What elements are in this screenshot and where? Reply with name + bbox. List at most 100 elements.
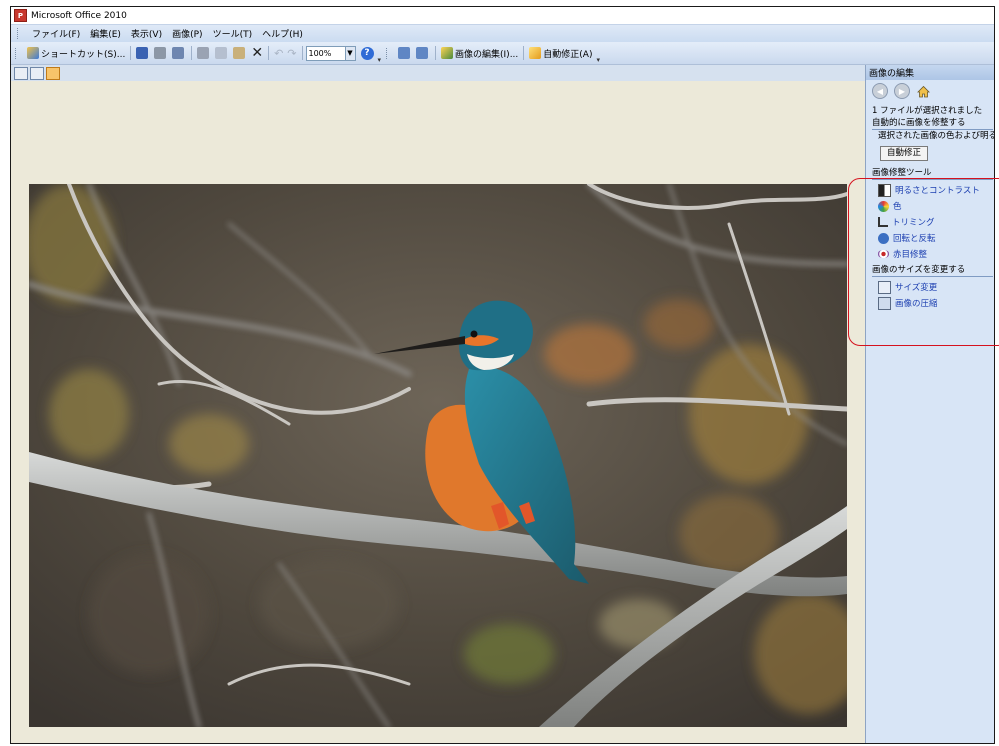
tool-red-eye[interactable]: 赤目修整 — [866, 246, 994, 262]
color-wheel-icon — [878, 200, 889, 212]
undo-button[interactable]: ↶ — [272, 45, 285, 61]
paste-button[interactable] — [231, 45, 249, 61]
compress-icon — [878, 296, 891, 310]
tool-label: 画像の圧縮 — [895, 299, 938, 309]
kingfisher-photo-image — [29, 184, 847, 727]
redo-button[interactable]: ↷ — [285, 45, 298, 61]
task-pane-nav: ◀ ▶ — [866, 80, 994, 102]
paste-icon — [233, 47, 246, 59]
shortcut-button[interactable]: ショートカット(S)... — [25, 45, 127, 61]
back-icon[interactable]: ◀ — [872, 83, 888, 99]
rotate-left-button[interactable] — [396, 45, 414, 61]
rotate-right-icon — [416, 47, 429, 59]
task-pane-title: 画像の編集 — [869, 69, 915, 79]
menu-view[interactable]: 表示(V) — [126, 27, 167, 40]
tool-brightness-contrast[interactable]: 明るさとコントラスト — [866, 182, 994, 198]
cut-button[interactable] — [195, 45, 213, 61]
save-button[interactable] — [134, 45, 152, 61]
toolbar-separator — [523, 46, 525, 60]
menu-edit[interactable]: 編集(E) — [85, 27, 126, 40]
thumbnail-view-icon[interactable] — [14, 66, 28, 80]
standard-toolbar: ショートカット(S)... ✕ ↶ ↷ 100% ▼ ? ▾ 画像の編集(I).… — [11, 42, 994, 65]
redo-icon: ↷ — [287, 46, 297, 60]
tool-label: サイズ変更 — [895, 283, 938, 293]
auto-correct-label: 自動修正(A) — [543, 49, 593, 60]
forward-icon[interactable]: ▶ — [894, 83, 910, 99]
shortcut-icon — [27, 47, 39, 59]
tool-label: 色 — [893, 202, 902, 212]
cut-icon — [197, 47, 210, 59]
tools-section-title: 画像修整ツール — [872, 167, 993, 180]
view-mode-bar — [11, 65, 868, 81]
menu-file[interactable]: ファイル(F) — [27, 27, 85, 40]
zoom-dropdown-arrow-icon[interactable]: ▼ — [345, 45, 356, 61]
toolbar-separator — [301, 46, 303, 60]
auto-correct-button[interactable]: 自動修正(A) — [527, 45, 594, 61]
copy-button[interactable] — [213, 45, 231, 61]
menu-picture[interactable]: 画像(P) — [167, 27, 207, 40]
toolbar-separator — [268, 46, 270, 60]
office-app-icon: P — [14, 9, 27, 22]
resize-icon — [878, 280, 891, 294]
kingfisher-photo — [29, 184, 847, 727]
task-pane: 画像の編集 ◀ ▶ 1 ファイルが選択されました 自動的に画像を修整する 選択さ… — [865, 65, 995, 743]
tool-label: トリミング — [892, 218, 935, 228]
rotate-left-icon — [398, 47, 411, 59]
save-icon — [136, 47, 149, 59]
rotate-right-button[interactable] — [414, 45, 432, 61]
tool-crop[interactable]: トリミング — [866, 214, 994, 230]
print-icon — [154, 47, 167, 59]
single-picture-view-icon[interactable] — [46, 66, 60, 80]
crop-icon — [878, 217, 888, 227]
grip-handle-icon[interactable] — [15, 47, 19, 59]
auto-correct-icon — [529, 47, 542, 59]
red-eye-icon — [878, 250, 889, 258]
print-button[interactable] — [152, 45, 170, 61]
app-window: P Microsoft Office 2010 ファイル(F) 編集(E) 表示… — [10, 6, 995, 744]
toolbar-separator — [191, 46, 193, 60]
edit-picture-label: 画像の編集(I)... — [455, 49, 519, 60]
rotate-flip-icon — [878, 232, 889, 244]
grip-handle-icon[interactable] — [386, 47, 390, 59]
tool-rotate-flip[interactable]: 回転と反転 — [866, 230, 994, 246]
edit-picture-button[interactable]: 画像の編集(I)... — [439, 45, 520, 61]
delete-button[interactable]: ✕ — [249, 45, 265, 61]
tool-color[interactable]: 色 — [866, 198, 994, 214]
brightness-contrast-icon — [878, 183, 891, 197]
email-icon — [172, 47, 185, 59]
toolbar-separator — [130, 46, 132, 60]
email-button[interactable] — [170, 45, 188, 61]
edit-picture-icon — [441, 47, 454, 59]
auto-section-title: 自動的に画像を修整する — [872, 117, 993, 130]
toolbar-overflow-icon[interactable]: ▾ — [376, 56, 384, 64]
copy-icon — [215, 47, 228, 59]
auto-section-desc: 選択された画像の色および明る — [878, 131, 995, 141]
tool-label: 明るさとコントラスト — [895, 186, 980, 196]
menu-tools[interactable]: ツール(T) — [208, 27, 258, 40]
home-icon[interactable] — [916, 84, 930, 98]
delete-icon: ✕ — [251, 45, 264, 61]
menu-bar: ファイル(F) 編集(E) 表示(V) 画像(P) ツール(T) ヘルプ(H) — [11, 24, 994, 42]
grip-handle-icon[interactable] — [17, 28, 21, 39]
window-title: Microsoft Office 2010 — [31, 10, 127, 21]
toolbar-separator — [435, 46, 437, 60]
auto-correct-pane-button[interactable]: 自動修正 — [880, 146, 928, 161]
task-pane-header: 画像の編集 — [866, 65, 994, 80]
home-icon-glyph — [916, 85, 930, 97]
help-button[interactable]: ? — [359, 45, 376, 61]
resize-section-title: 画像のサイズを変更する — [872, 264, 993, 277]
tool-label: 赤目修整 — [893, 250, 928, 260]
tool-resize[interactable]: サイズ変更 — [866, 279, 994, 295]
title-bar: P Microsoft Office 2010 — [11, 7, 994, 24]
menu-help[interactable]: ヘルプ(H) — [257, 27, 308, 40]
tool-compress[interactable]: 画像の圧縮 — [866, 295, 994, 311]
shortcut-label: ショートカット(S)... — [41, 49, 126, 60]
filmstrip-view-icon[interactable] — [30, 66, 44, 80]
zoom-input[interactable]: 100% — [305, 45, 346, 61]
selection-status: 1 ファイルが選択されました — [872, 106, 983, 116]
tool-label: 回転と反転 — [893, 234, 936, 244]
picture-canvas — [11, 81, 865, 743]
help-icon: ? — [360, 46, 374, 60]
toolbar-overflow-icon[interactable]: ▾ — [594, 56, 602, 64]
undo-icon: ↶ — [274, 46, 284, 60]
